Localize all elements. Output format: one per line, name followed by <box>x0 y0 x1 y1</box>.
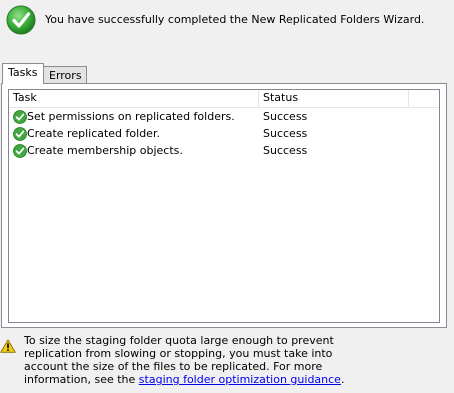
row-status-text: Success <box>263 127 308 140</box>
success-check-icon <box>13 127 27 141</box>
warning-text: To size the staging folder quota large e… <box>24 334 374 386</box>
column-header-status[interactable]: Status <box>259 90 409 107</box>
list-row[interactable]: Create membership objects. Success <box>9 143 439 160</box>
row-status-text: Success <box>263 110 308 123</box>
success-message: You have successfully completed the New … <box>45 13 425 26</box>
tab-tasks[interactable]: Tasks <box>2 63 44 84</box>
success-check-icon <box>6 5 36 35</box>
tasks-panel: Task Status Set permissions on replicate… <box>1 83 447 328</box>
list-row[interactable]: Create replicated folder. Success <box>9 126 439 143</box>
success-banner: You have successfully completed the New … <box>0 0 454 44</box>
task-list[interactable]: Task Status Set permissions on replicate… <box>8 89 440 323</box>
tab-errors[interactable]: Errors <box>43 66 87 84</box>
warning-suffix: . <box>340 373 345 386</box>
staging-folder-guidance-link[interactable]: staging folder optimization guidance <box>139 373 341 386</box>
warning-area: To size the staging folder quota large e… <box>0 334 454 393</box>
warning-icon <box>0 339 16 353</box>
row-task-text: Set permissions on replicated folders. <box>27 110 235 123</box>
row-status-text: Success <box>263 144 308 157</box>
success-check-icon <box>13 110 27 124</box>
success-check-icon <box>13 144 27 158</box>
row-task-text: Create membership objects. <box>27 144 183 157</box>
list-row[interactable]: Set permissions on replicated folders. S… <box>9 109 439 126</box>
column-header-task[interactable]: Task <box>9 90 259 107</box>
row-task-text: Create replicated folder. <box>27 127 160 140</box>
list-header: Task Status <box>9 90 439 108</box>
